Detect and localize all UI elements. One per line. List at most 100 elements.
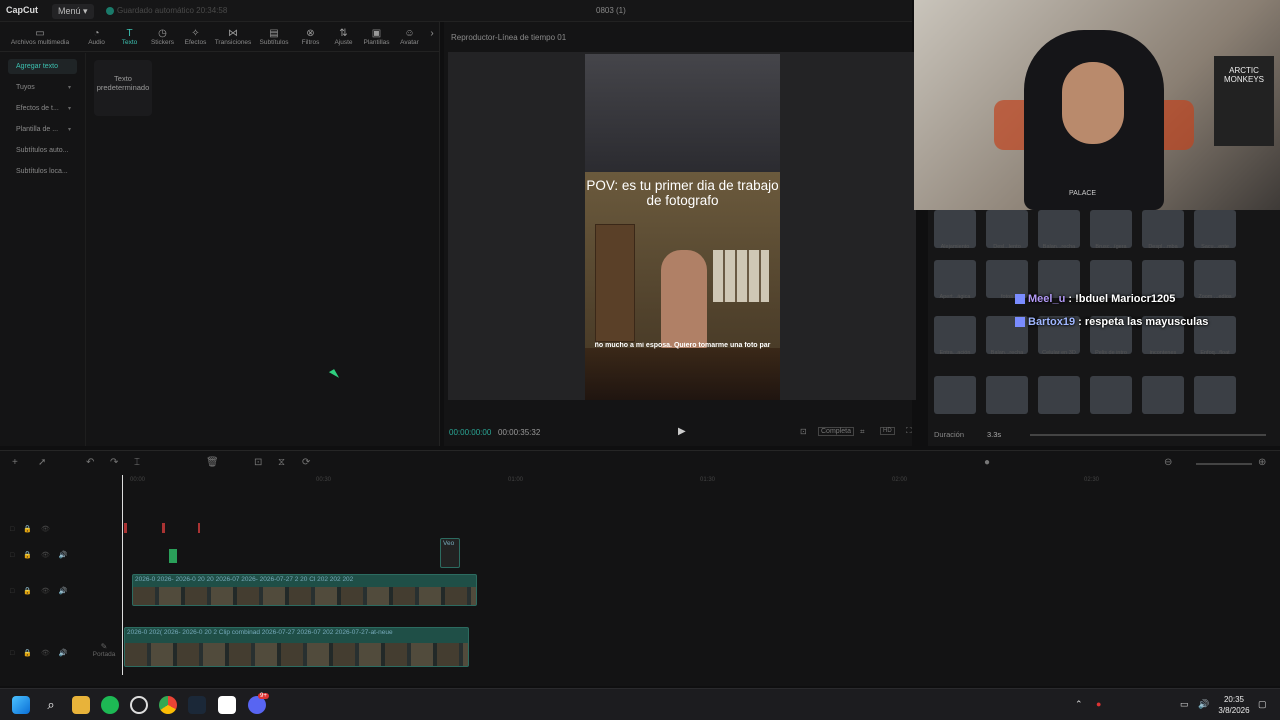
playhead[interactable] — [122, 475, 123, 675]
effect-label: Sacu...ente — [1201, 244, 1229, 250]
add-icon[interactable]: + — [12, 457, 18, 468]
tray-app-icon[interactable]: ● — [1096, 699, 1101, 709]
tab-text[interactable]: T Texto — [113, 22, 146, 51]
video-track-clips[interactable]: 2026-0 2026- 2026-0 20 20 2026-07 2026- … — [132, 574, 477, 606]
screenshot-icon[interactable]: ⌗ — [860, 427, 865, 437]
app-icon[interactable] — [130, 696, 148, 714]
nav-add-text[interactable]: Agregar texto — [8, 59, 77, 74]
track-controls[interactable]: □🔒👁🔊 — [10, 551, 77, 559]
effect-thumbnail[interactable] — [934, 376, 976, 414]
effect-thumbnail[interactable] — [1038, 210, 1080, 248]
marker — [124, 523, 127, 533]
duration-slider[interactable] — [1030, 434, 1266, 436]
effect-label: Pelis de intro — [1095, 350, 1127, 356]
effect-thumbnail[interactable] — [1090, 210, 1132, 248]
fullscreen-icon[interactable]: ⛶ — [906, 426, 912, 436]
effect-thumbnail[interactable] — [1142, 210, 1184, 248]
timeline-ruler: 00:00 00:30 01:00 01:30 02:00 02:30 — [130, 477, 1100, 483]
tab-avatar[interactable]: ☺ Avatar — [393, 22, 426, 51]
spotify-icon[interactable] — [101, 696, 119, 714]
windows-start-icon[interactable] — [12, 696, 30, 714]
clock[interactable]: 20:35 3/8/2026 — [1214, 694, 1254, 716]
menu-button[interactable]: Menú ▾ — [52, 4, 94, 19]
crop-tool-icon[interactable]: ⊡ — [254, 457, 262, 468]
zoom-out-icon[interactable]: ⊖ — [1164, 457, 1172, 468]
split-icon[interactable]: ⌶ — [134, 457, 140, 468]
mirror-icon[interactable]: ⧖ — [278, 457, 285, 468]
redo-icon[interactable]: ↷ — [110, 457, 118, 468]
steam-icon[interactable] — [188, 696, 206, 714]
effect-thumbnail[interactable] — [1090, 376, 1132, 414]
effect-thumbnail[interactable] — [1038, 376, 1080, 414]
search-icon[interactable]: ⌕ — [42, 696, 60, 714]
volume-icon[interactable]: 🔊 — [1198, 699, 1209, 710]
tab-audio[interactable]: ◔ Audio — [80, 22, 113, 51]
effect-thumbnail[interactable] — [986, 376, 1028, 414]
tab-transitions[interactable]: ⋈ Transiciones — [212, 22, 254, 51]
tab-subtitles[interactable]: ▤ Subtítulos — [254, 22, 294, 51]
adjust-icon: ⇅ — [339, 28, 348, 39]
subtitles-icon: ▤ — [269, 28, 279, 39]
nav-text-template[interactable]: Plantilla de ... ▾ — [8, 122, 77, 137]
network-icon[interactable]: ▭ — [1180, 699, 1189, 710]
tab-stickers[interactable]: ◷ Stickers — [146, 22, 179, 51]
tab-media[interactable]: ▭ Archivos multimedia — [0, 22, 80, 51]
media-panel: ▭ Archivos multimedia ◔ Audio T Texto ◷ Stic… — [0, 22, 440, 446]
play-icon[interactable]: ▶ — [678, 426, 686, 437]
video-subtitle: ño mucho a mi esposa. Quiero tomarme una… — [594, 342, 771, 349]
chrome-icon[interactable] — [159, 696, 177, 714]
ratio-select[interactable]: Completa — [818, 427, 854, 436]
effect-thumbnail[interactable] — [1194, 210, 1236, 248]
hd-icon[interactable]: HD — [880, 427, 895, 435]
media-icon: ▭ — [35, 28, 45, 39]
taskbar: ⌕ 9+ ⌃ ● ▭ 🔊 20:35 3/8/2026 ▢ — [0, 688, 1280, 720]
capcut-icon[interactable] — [218, 696, 236, 714]
effect-thumbnail[interactable] — [934, 210, 976, 248]
effect-thumbnail[interactable] — [1142, 376, 1184, 414]
delete-icon[interactable]: 🗑 — [206, 457, 219, 468]
effect-label: Balan...recha — [1042, 244, 1076, 250]
track-controls[interactable]: □🔒👁🔊 — [10, 649, 77, 657]
chevron-up-icon[interactable]: ⌃ — [1075, 699, 1083, 710]
nav-text-effects[interactable]: Efectos de t... ▾ — [8, 101, 77, 116]
tab-bar: ▭ Archivos multimedia ◔ Audio T Texto ◷ Stic… — [0, 22, 440, 52]
rotate-icon[interactable]: ⟳ — [302, 457, 310, 468]
effect-thumbnail[interactable] — [986, 210, 1028, 248]
effect-thumbnail[interactable] — [934, 316, 976, 354]
effect-label: Apert...ágica — [939, 294, 971, 300]
track-controls[interactable]: □🔒👁 — [10, 525, 59, 533]
clip-frames — [125, 643, 468, 666]
zoom-slider[interactable] — [1196, 463, 1252, 465]
effect-thumbnail[interactable] — [1194, 376, 1236, 414]
tab-filters[interactable]: ⊗ Filtros — [294, 22, 327, 51]
main-track-clips[interactable]: 2026-0 202( 2026- 2026-0 20 2 Clip combi… — [124, 627, 469, 667]
nav-yours[interactable]: Tuyos ▾ — [8, 80, 77, 95]
small-video-clip[interactable]: Veo — [440, 538, 460, 568]
tab-templates[interactable]: ▣ Plantillas — [360, 22, 393, 51]
default-text-card[interactable]: Texto predeterminado — [94, 60, 152, 116]
small-clip[interactable] — [169, 549, 177, 563]
effect-thumbnail[interactable] — [934, 260, 976, 298]
crop-icon[interactable]: ⊡ — [800, 427, 807, 436]
nav-local-captions[interactable]: Subtítulos loca... — [8, 164, 77, 179]
notification-icon[interactable]: ▢ — [1258, 699, 1267, 710]
tab-scroll-right[interactable]: › — [426, 22, 438, 51]
capcut-logo: CapCut — [6, 5, 38, 15]
tab-adjust[interactable]: ⇅ Ajuste — [327, 22, 360, 51]
window-shape — [713, 250, 769, 302]
select-tool-icon[interactable]: ➚ — [38, 457, 46, 468]
discord-badge: 9+ — [258, 693, 269, 699]
mic-icon[interactable]: ● — [984, 457, 990, 468]
template-icon: ▣ — [371, 28, 382, 39]
zoom-in-icon[interactable]: ⊕ — [1258, 457, 1266, 468]
duration-value[interactable]: 3.3s — [987, 430, 1001, 439]
file-explorer-icon[interactable] — [72, 696, 90, 714]
track-controls[interactable]: □🔒👁🔊 — [10, 587, 77, 595]
cover-button[interactable]: ✎ Portada — [92, 642, 116, 658]
undo-icon[interactable]: ↶ — [86, 457, 94, 468]
effects-icon: ✧ — [191, 28, 200, 39]
tab-effects[interactable]: ✧ Efectos — [179, 22, 212, 51]
video-preview[interactable]: POV: es tu primer dia de trabajo de foto… — [585, 54, 780, 400]
nav-auto-captions[interactable]: Subtítulos auto... — [8, 143, 77, 158]
effect-thumbnail[interactable] — [1194, 260, 1236, 298]
